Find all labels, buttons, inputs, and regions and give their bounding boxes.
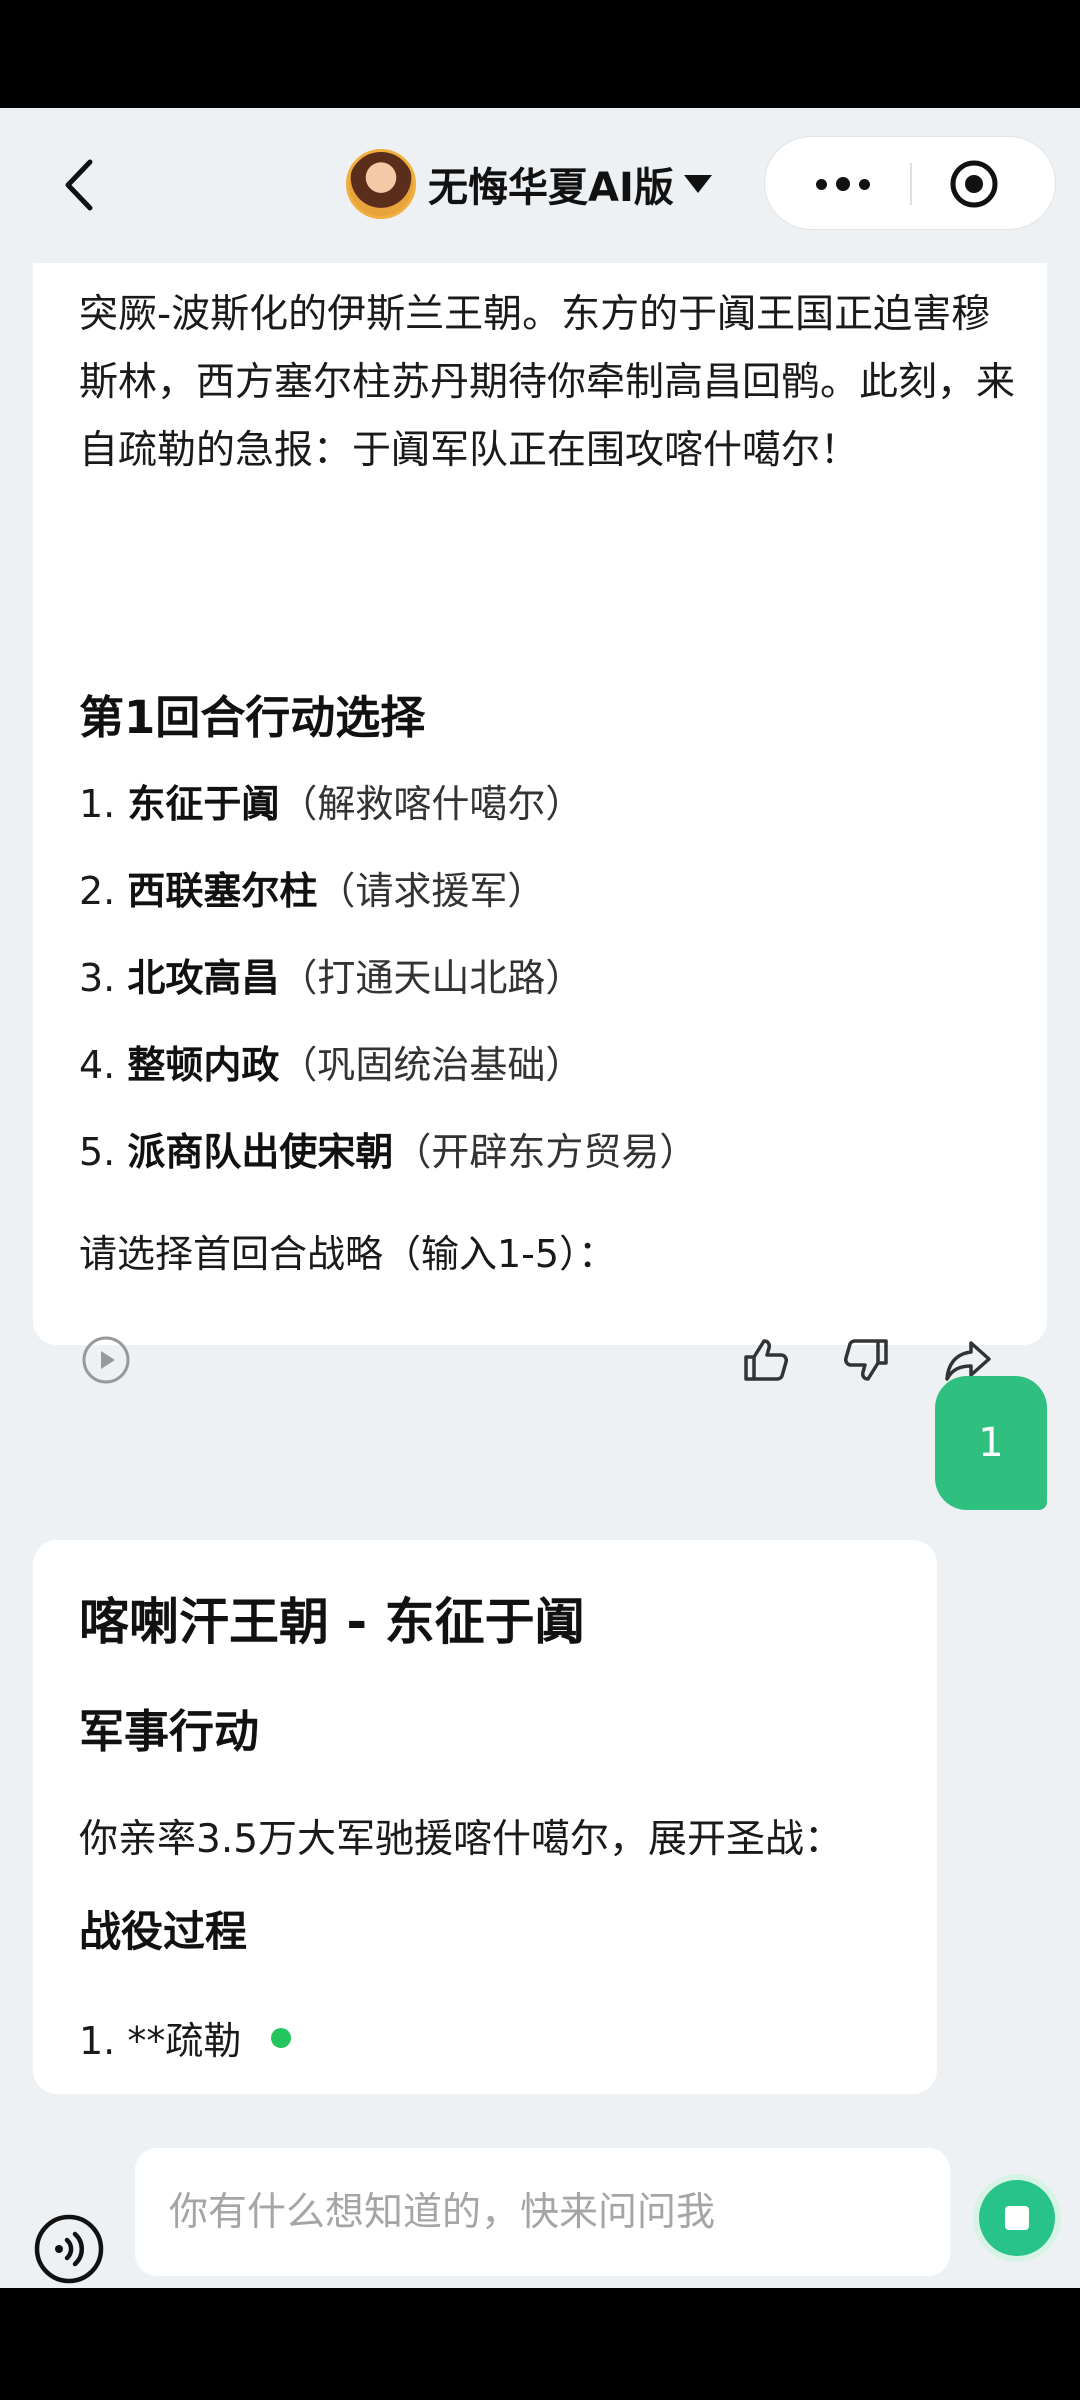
option-item: 2. 西联塞尔柱（请求援军） — [79, 869, 546, 913]
user-message-bubble: 1 — [935, 1376, 1047, 1510]
app-title: 无悔华夏AI版 — [428, 165, 674, 211]
message-input[interactable] — [135, 2148, 950, 2276]
list-item-text: 1. **疏勒 — [79, 2019, 242, 2063]
record-icon[interactable] — [949, 159, 999, 209]
play-icon[interactable] — [79, 1333, 133, 1387]
intro-paragraph: 突厥-波斯化的伊斯兰王朝。东方的于阗王国正迫害穆斯林，西方塞尔柱苏丹期待你牵制高… — [79, 292, 1016, 473]
header: 无悔华夏AI版 — [0, 108, 1080, 258]
back-arrow-icon[interactable] — [50, 150, 110, 220]
assistant-message-card-streaming: 喀喇汗王朝 - 东征于阗 军事行动 你亲率3.5万大军驰援喀什噶尔，展开圣战： … — [33, 1540, 937, 2094]
option-item: 3. 北攻高昌（打通天山北路） — [79, 956, 584, 1000]
stop-icon[interactable] — [979, 2180, 1055, 2256]
chat-screen: 无悔华夏AI版 突厥-波斯化的伊斯兰王朝。东方的于阗王国正迫害穆斯林，西方塞尔柱… — [0, 108, 1080, 2288]
round-heading: 第1回合行动选择 — [79, 691, 426, 744]
response-title: 喀喇汗王朝 - 东征于阗 — [79, 1593, 585, 1651]
response-text: 你亲率3.5万大军驰援喀什噶尔，展开圣战： — [79, 1817, 844, 1862]
section-heading: 军事行动 — [79, 1705, 260, 1758]
thumbs-up-icon[interactable] — [738, 1333, 792, 1387]
list-item: 1. **疏勒 — [79, 2010, 292, 2065]
section-heading: 战役过程 — [79, 1907, 248, 1956]
voice-icon[interactable] — [33, 2213, 105, 2285]
mini-program-capsule — [764, 136, 1056, 230]
option-item: 4. 整顿内政（巩固统治基础） — [79, 1043, 584, 1087]
title-dropdown[interactable]: 无悔华夏AI版 — [346, 146, 712, 222]
thumbs-down-icon[interactable] — [840, 1333, 894, 1387]
more-icon[interactable] — [803, 167, 883, 201]
user-message-text: 1 — [978, 1420, 1004, 1466]
assistant-message-card: 突厥-波斯化的伊斯兰王朝。东方的于阗王国正迫害穆斯林，西方塞尔柱苏丹期待你牵制高… — [33, 263, 1047, 1384]
capsule-divider — [910, 163, 912, 205]
caret-down-icon — [683, 175, 712, 193]
typing-indicator — [271, 2027, 292, 2048]
option-item: 5. 派商队出使宋朝（开辟东方贸易） — [79, 1130, 698, 1174]
option-item: 1. 东征于阗（解救喀什噶尔） — [79, 782, 584, 826]
avatar — [346, 149, 416, 219]
choice-prompt: 请选择首回合战略（输入1-5）： — [79, 1232, 617, 1276]
